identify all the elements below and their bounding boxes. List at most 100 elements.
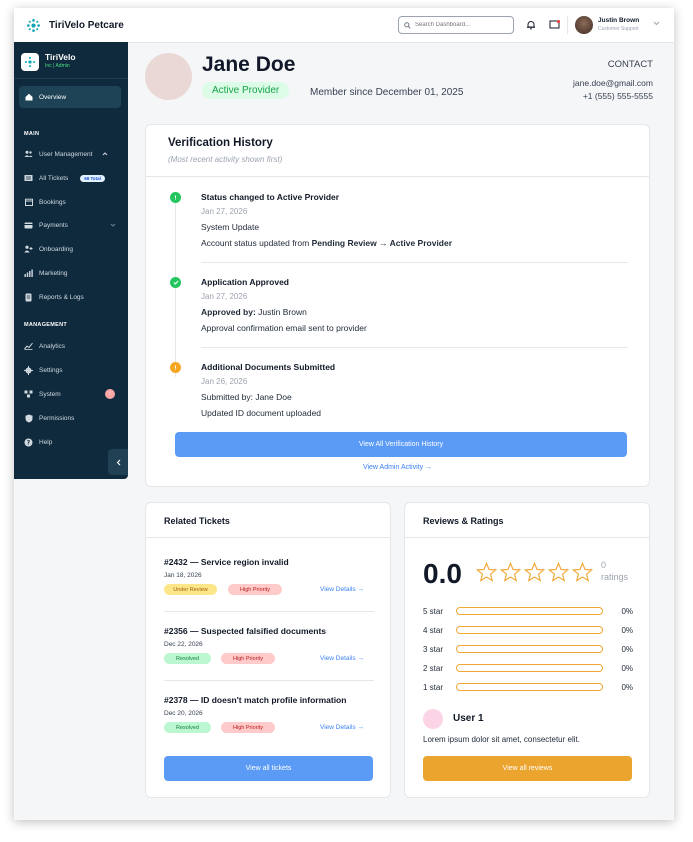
- sidebar-subtitle: Inc | Admin: [45, 63, 70, 69]
- sidebar-item-label: Settings: [39, 366, 63, 374]
- sidebar-item-overview[interactable]: Overview: [19, 86, 121, 108]
- section-management: MANAGEMENT: [24, 322, 68, 328]
- view-all-verification-button[interactable]: View All Verification History: [175, 432, 627, 457]
- event-date: Jan 27, 2026: [201, 207, 248, 216]
- ticket-title[interactable]: #2356 — Suspected falsified documents: [164, 626, 326, 636]
- search-input[interactable]: [415, 22, 505, 28]
- ticket-divider: [164, 611, 374, 612]
- sidebar-item-label: System: [39, 390, 61, 398]
- ticket-date: Dec 22, 2026: [164, 641, 203, 648]
- event-divider: [201, 262, 628, 263]
- event-detail: Approved by: Justin Brown: [201, 307, 307, 317]
- brand[interactable]: TiriVelo Petcare: [26, 18, 124, 33]
- member-since: Member since December 01, 2025: [310, 87, 464, 98]
- warning-icon: [170, 362, 181, 373]
- event-detail: Submitted by: Jane Doe: [201, 392, 292, 402]
- star-rating: [476, 562, 593, 582]
- user-avatar[interactable]: [575, 16, 593, 34]
- sidebar-item-label: User Management: [39, 150, 93, 158]
- chevron-down-icon[interactable]: [653, 21, 660, 26]
- contact-heading: CONTACT: [607, 59, 653, 70]
- reviewer-name: User 1: [453, 713, 484, 724]
- sidebar-item-settings[interactable]: Settings: [24, 364, 63, 376]
- ratings-count-number: 0: [601, 560, 607, 570]
- card-icon: [24, 221, 33, 230]
- sidebar-item-system[interactable]: System: [24, 388, 61, 400]
- event-arrow: →: [376, 238, 390, 248]
- star-icon: [572, 562, 593, 582]
- contact-email[interactable]: jane.doe@gmail.com: [573, 78, 653, 88]
- event-to-status: Active Provider: [389, 238, 453, 248]
- sidebar-item-permissions[interactable]: Permissions: [24, 412, 74, 424]
- rating-bar: [456, 683, 603, 691]
- sidebar: TiriVelo Inc | Admin Overview MAIN User …: [14, 42, 128, 479]
- rating-row-label: 2 star: [423, 663, 444, 673]
- ticket-title[interactable]: #2378 — ID doesn't match profile informa…: [164, 695, 346, 705]
- event-detail: Account status updated from Pending Revi…: [201, 238, 452, 248]
- app-name: TiriVelo Petcare: [49, 20, 124, 31]
- priority-tag: High Priority: [221, 653, 275, 664]
- sidebar-item-label: All Tickets: [39, 174, 69, 182]
- chevron-up-icon: [103, 152, 108, 156]
- system-icon: [24, 390, 33, 399]
- sidebar-item-analytics[interactable]: Analytics: [24, 340, 65, 352]
- rating-row-label: 1 star: [423, 682, 444, 692]
- sidebar-item-label: Marketing: [39, 269, 68, 277]
- sidebar-item-label: Permissions: [39, 414, 75, 422]
- sidebar-item-all-tickets[interactable]: All Tickets 68 Total: [24, 172, 105, 184]
- ticket-date: Dec 20, 2026: [164, 710, 203, 717]
- section-main: MAIN: [24, 131, 40, 137]
- rating-row-2: 2 star 0%: [423, 662, 633, 674]
- sidebar-item-onboarding[interactable]: Onboarding: [24, 243, 73, 255]
- chevron-left-icon: [116, 459, 120, 465]
- sidebar-item-user-management[interactable]: User Management: [24, 148, 108, 160]
- view-all-reviews-button[interactable]: View all reviews: [423, 756, 632, 781]
- ticket-icon: [24, 174, 33, 183]
- system-alert-badge: !: [105, 389, 115, 399]
- event-detail-value: Justin Brown: [258, 307, 307, 317]
- sidebar-item-reports-logs[interactable]: Reports & Logs: [24, 291, 84, 303]
- event-detail: Updated ID document uploaded: [201, 408, 322, 418]
- star-icon: [524, 562, 545, 582]
- sidebar-title: TiriVelo: [45, 52, 76, 62]
- svg-text:?: ?: [27, 439, 31, 446]
- view-details-link[interactable]: View Details →: [320, 724, 364, 731]
- rating-row-5: 5 star 0%: [423, 605, 633, 617]
- ticket-title[interactable]: #2432 — Service region invalid: [164, 557, 289, 567]
- rating-row-3: 3 star 0%: [423, 643, 633, 655]
- app-frame: TiriVelo Petcare Justin Brown Cus: [14, 8, 674, 820]
- sidebar-item-bookings[interactable]: Bookings: [24, 196, 66, 208]
- bell-icon[interactable]: [525, 19, 537, 31]
- sidebar-item-label: Overview: [39, 93, 67, 101]
- ratings-count-label: ratings: [601, 572, 629, 582]
- view-details-link[interactable]: View Details →: [320, 586, 364, 593]
- rating-row-percent: 0%: [621, 644, 633, 654]
- rating-row-label: 5 star: [423, 606, 444, 616]
- event-detail-label: Approved by:: [201, 307, 256, 317]
- divider: [405, 537, 649, 538]
- rating-bar: [456, 626, 603, 634]
- top-bar: TiriVelo Petcare Justin Brown Cus: [14, 8, 674, 43]
- rating-row-percent: 0%: [621, 625, 633, 635]
- view-all-tickets-button[interactable]: View all tickets: [164, 756, 373, 781]
- sidebar-item-marketing[interactable]: Marketing: [24, 267, 68, 279]
- bar-chart-icon: [24, 269, 33, 278]
- user-name: Justin Brown: [598, 17, 640, 24]
- contact-phone[interactable]: +1 (555) 555-5555: [583, 91, 653, 101]
- view-admin-activity-link[interactable]: View Admin Activity →: [146, 464, 649, 471]
- status-dot-icon: [170, 192, 181, 203]
- event-title: Additional Documents Submitted: [201, 362, 336, 372]
- status-tag: Under Review: [164, 584, 217, 595]
- view-details-link[interactable]: View Details →: [320, 655, 364, 662]
- rating-row-1: 1 star 0%: [423, 681, 633, 693]
- message-icon[interactable]: [548, 19, 560, 31]
- sidebar-item-help[interactable]: ? Help: [24, 436, 52, 448]
- search-box[interactable]: [398, 16, 514, 34]
- home-icon: [25, 93, 33, 101]
- rating-row-percent: 0%: [621, 606, 633, 616]
- sidebar-item-payments[interactable]: Payments: [24, 219, 124, 231]
- paw-logo-icon: [27, 19, 40, 32]
- priority-tag: High Priority: [221, 722, 275, 733]
- event-date: Jan 26, 2026: [201, 377, 248, 386]
- collapse-sidebar-button[interactable]: [108, 449, 128, 475]
